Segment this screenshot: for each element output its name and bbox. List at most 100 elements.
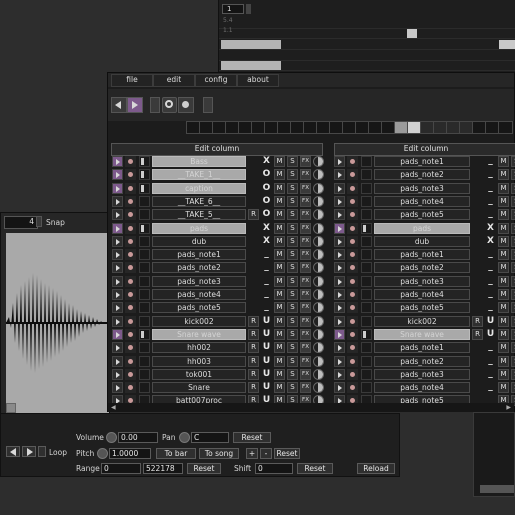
- to-bar-button[interactable]: To bar: [156, 448, 196, 459]
- mute-button[interactable]: M: [498, 328, 509, 340]
- menu-file[interactable]: file: [111, 74, 153, 87]
- solo-button[interactable]: S: [511, 315, 515, 327]
- solo-button[interactable]: S: [511, 262, 515, 274]
- mute-button[interactable]: M: [498, 315, 509, 327]
- channel-name[interactable]: kick002: [374, 315, 470, 327]
- horizontal-scrollbar[interactable]: ◀ ▶: [108, 403, 514, 412]
- note-block[interactable]: [407, 29, 417, 38]
- pitch-minus-button[interactable]: -: [260, 448, 272, 459]
- solo-button[interactable]: S: [511, 382, 515, 394]
- play-channel-button[interactable]: [334, 262, 345, 274]
- position-field[interactable]: 1: [222, 4, 244, 14]
- record-arm-button[interactable]: [347, 249, 358, 261]
- channel-mode-icon[interactable]: _: [485, 196, 496, 207]
- side-window-scrollbar[interactable]: [480, 485, 514, 493]
- scroll-right-icon[interactable]: ▶: [506, 404, 511, 411]
- record-arm-button[interactable]: [347, 368, 358, 380]
- rewind-button[interactable]: [111, 97, 127, 113]
- range-start-field[interactable]: 0: [101, 463, 141, 474]
- record-button[interactable]: [178, 97, 194, 113]
- next-button[interactable]: [22, 446, 36, 457]
- channel-name[interactable]: pads_note4: [374, 289, 470, 300]
- solo-button[interactable]: S: [511, 182, 515, 194]
- play-channel-button[interactable]: [334, 342, 345, 354]
- mute-button[interactable]: M: [498, 195, 509, 207]
- solo-button[interactable]: S: [511, 342, 515, 354]
- channel-mode-icon[interactable]: U: [485, 329, 496, 340]
- channel-mode-icon[interactable]: _: [485, 302, 496, 313]
- play-channel-button[interactable]: [334, 169, 345, 181]
- pan-dial[interactable]: [179, 432, 190, 443]
- play-channel-button[interactable]: [334, 302, 345, 314]
- channel-mode-icon[interactable]: _: [485, 249, 496, 260]
- record-arm-button[interactable]: [347, 275, 358, 287]
- solo-button[interactable]: S: [511, 368, 515, 380]
- solo-button[interactable]: S: [511, 328, 515, 340]
- solo-button[interactable]: S: [511, 355, 515, 367]
- shift-field[interactable]: 0: [255, 463, 293, 474]
- menu-dots-button[interactable]: [150, 97, 160, 113]
- note-block[interactable]: [499, 40, 515, 49]
- snap-value-field[interactable]: 4: [4, 216, 38, 229]
- solo-button[interactable]: S: [511, 222, 515, 234]
- solo-button[interactable]: S: [511, 275, 515, 287]
- solo-button[interactable]: S: [511, 235, 515, 247]
- pan-field[interactable]: C: [191, 432, 229, 443]
- volume-field[interactable]: 0.00: [118, 432, 158, 443]
- solo-button[interactable]: S: [511, 302, 515, 314]
- channel-r-button[interactable]: R: [472, 315, 483, 327]
- mute-button[interactable]: M: [498, 262, 509, 274]
- mute-button[interactable]: M: [498, 382, 509, 394]
- mute-button[interactable]: M: [498, 355, 509, 367]
- play-channel-button[interactable]: [334, 315, 345, 327]
- play-channel-button[interactable]: [334, 368, 345, 380]
- record-arm-button[interactable]: [347, 289, 358, 300]
- scroll-left-icon[interactable]: ◀: [111, 404, 116, 411]
- channel-name[interactable]: pads: [374, 222, 470, 234]
- record-arm-button[interactable]: [347, 169, 358, 181]
- loop-button[interactable]: [162, 97, 177, 113]
- solo-button[interactable]: S: [511, 156, 515, 167]
- play-button[interactable]: [127, 97, 143, 113]
- channel-name[interactable]: Snare wave: [374, 328, 470, 340]
- prev-button[interactable]: [6, 446, 20, 457]
- pitch-dial[interactable]: [97, 448, 108, 459]
- mute-button[interactable]: M: [498, 156, 509, 167]
- channel-name[interactable]: pads_note1: [374, 156, 470, 167]
- play-channel-button[interactable]: [334, 275, 345, 287]
- record-arm-button[interactable]: [347, 302, 358, 314]
- channel-mode-icon[interactable]: X: [485, 223, 496, 234]
- solo-button[interactable]: S: [511, 209, 515, 221]
- play-channel-button[interactable]: [334, 182, 345, 194]
- mute-button[interactable]: M: [498, 302, 509, 314]
- mute-button[interactable]: M: [498, 368, 509, 380]
- play-channel-button[interactable]: [334, 289, 345, 300]
- record-arm-button[interactable]: [347, 209, 358, 221]
- timeline-cell[interactable]: [498, 121, 513, 134]
- play-channel-button[interactable]: [334, 249, 345, 261]
- record-arm-button[interactable]: [347, 382, 358, 394]
- pitch-field[interactable]: 1.0000: [109, 448, 151, 459]
- record-arm-button[interactable]: [347, 328, 358, 340]
- loop-toggle[interactable]: [38, 446, 46, 457]
- channel-mode-icon[interactable]: _: [485, 169, 496, 180]
- channel-name[interactable]: dub: [374, 235, 470, 247]
- record-arm-button[interactable]: [347, 156, 358, 167]
- play-channel-button[interactable]: [334, 328, 345, 340]
- mute-button[interactable]: M: [498, 209, 509, 221]
- mute-button[interactable]: M: [498, 182, 509, 194]
- snap-toggle[interactable]: [36, 216, 42, 227]
- position-spin[interactable]: [246, 4, 251, 14]
- channel-mode-icon[interactable]: _: [485, 289, 496, 300]
- mute-button[interactable]: M: [498, 169, 509, 181]
- volume-dial[interactable]: [106, 432, 117, 443]
- channel-mode-icon[interactable]: _: [485, 276, 496, 287]
- play-channel-button[interactable]: [334, 156, 345, 167]
- play-channel-button[interactable]: [334, 195, 345, 207]
- pitch-reset-button[interactable]: Reset: [274, 448, 300, 459]
- solo-button[interactable]: S: [511, 169, 515, 181]
- solo-button[interactable]: S: [511, 195, 515, 207]
- mute-button[interactable]: M: [498, 222, 509, 234]
- note-block[interactable]: [221, 40, 281, 49]
- record-arm-button[interactable]: [347, 182, 358, 194]
